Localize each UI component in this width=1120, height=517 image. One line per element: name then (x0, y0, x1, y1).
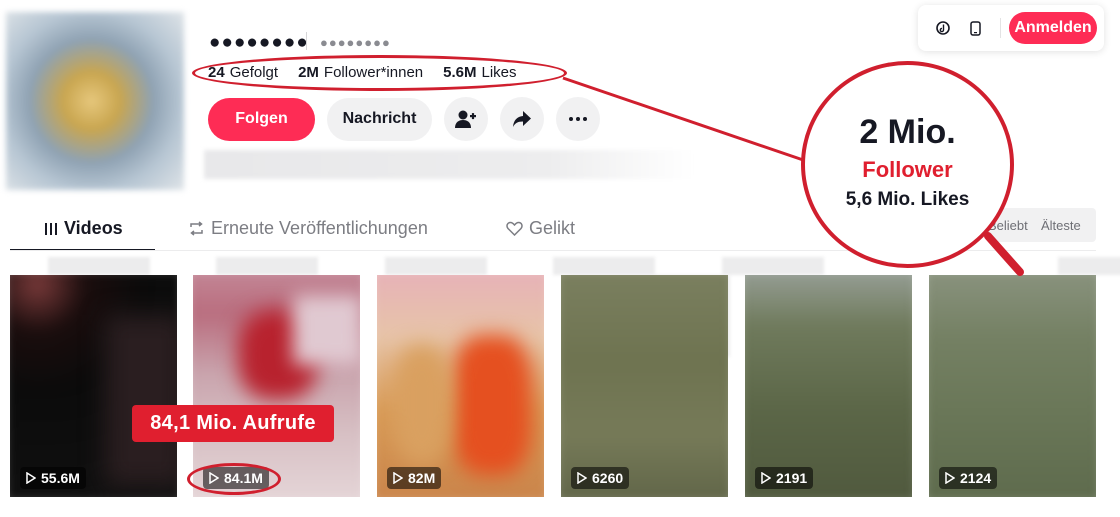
play-icon (26, 472, 36, 484)
share-icon (513, 111, 531, 127)
header-divider (1000, 18, 1001, 38)
video-thumbnail-3[interactable]: 82M (377, 275, 544, 497)
profile-action-row: Folgen Nachricht (208, 97, 612, 141)
video-views-count: 55.6M (41, 470, 80, 486)
login-button[interactable]: Anmelden (1009, 12, 1097, 44)
tab-reposts-label: Erneute Veröffentlichungen (211, 218, 428, 238)
zoom-followers-count: 2 Mio. (859, 113, 956, 151)
tiktok-coin-icon[interactable] (936, 21, 950, 35)
play-icon (577, 472, 587, 484)
thumbnail-ghost (553, 257, 655, 275)
message-button[interactable]: Nachricht (327, 97, 432, 141)
profile-avatar (6, 12, 184, 190)
video-views: 2124 (939, 467, 998, 489)
tab-liked[interactable]: Gelikt (506, 218, 575, 239)
videos-grid-icon (44, 222, 58, 236)
video-views-count: 82M (408, 470, 436, 486)
video-thumbnail-1[interactable]: 55.6M (10, 275, 177, 497)
zoom-callout-circle: 2 Mio. Follower 5,6 Mio. Likes (801, 61, 1014, 268)
video-thumbnail-5[interactable]: 2191 (745, 275, 912, 497)
play-icon (945, 472, 955, 484)
zoom-followers-label: Follower (862, 157, 953, 182)
views-callout: 84,1 Mio. Aufrufe (132, 405, 334, 442)
video-thumbnail-6[interactable]: 2124 (929, 275, 1096, 497)
thumbnail-ghost (48, 257, 150, 275)
video-thumbnail-4[interactable]: 6260 (561, 275, 728, 497)
video-views: 82M (387, 467, 442, 489)
play-icon (761, 472, 771, 484)
thumbnail-ghost (216, 257, 318, 275)
profile-username: ●●●●●●●● (209, 32, 309, 53)
header-actions: Anmelden (918, 5, 1104, 51)
repost-icon (188, 221, 205, 236)
share-button[interactable] (500, 97, 544, 141)
zoom-likes-count: 5,6 Mio. Likes (845, 189, 970, 210)
stats-highlight-ellipse (192, 55, 567, 91)
thumbnail-ghost (1058, 257, 1120, 275)
sort-control: Beliebt Älteste (988, 208, 1096, 242)
heart-icon (506, 221, 523, 236)
views-highlight-ellipse (187, 463, 281, 495)
video-views-count: 2191 (776, 470, 808, 486)
tab-reposts[interactable]: Erneute Veröffentlichungen (188, 218, 428, 239)
profile-nickname: ●●●●●●●● (320, 35, 391, 50)
play-icon (393, 472, 403, 484)
thumbnail-ghost (722, 257, 824, 275)
mobile-app-icon[interactable] (968, 20, 982, 36)
profile-bio-blurred (204, 150, 694, 179)
video-views: 55.6M (20, 467, 86, 489)
name-divider (306, 32, 307, 50)
tab-liked-label: Gelikt (529, 218, 576, 238)
add-user-icon (455, 110, 476, 128)
more-icon (569, 117, 587, 121)
video-views-count: 2124 (960, 470, 992, 486)
tab-videos[interactable]: Videos (44, 218, 123, 239)
video-views: 6260 (571, 467, 630, 489)
video-views: 2191 (755, 467, 814, 489)
thumbnail-ghost (385, 257, 487, 275)
more-options-button[interactable] (556, 97, 600, 141)
video-views-count: 6260 (592, 470, 624, 486)
tab-videos-label: Videos (64, 218, 123, 238)
follow-button[interactable]: Folgen (208, 97, 315, 141)
sort-oldest[interactable]: Älteste (1041, 218, 1081, 233)
add-friend-button[interactable] (444, 97, 488, 141)
